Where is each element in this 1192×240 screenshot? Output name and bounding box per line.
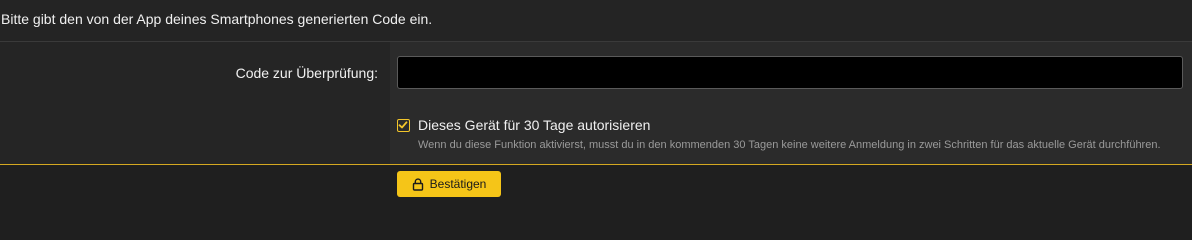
code-label: Code zur Überprüfung: xyxy=(235,65,378,81)
verification-code-input[interactable] xyxy=(397,56,1183,89)
label-column: Code zur Überprüfung: xyxy=(0,42,390,164)
confirm-button[interactable]: Bestätigen xyxy=(397,171,501,197)
remember-device-label[interactable]: Dieses Gerät für 30 Tage autorisieren xyxy=(418,117,650,133)
confirm-button-label: Bestätigen xyxy=(429,177,487,191)
intro-section: Bitte gibt den von der App deines Smartp… xyxy=(0,0,1192,42)
form-footer: Bestätigen xyxy=(0,165,1192,202)
intro-text: Bitte gibt den von der App deines Smartp… xyxy=(1,11,433,27)
remember-device-checkbox[interactable] xyxy=(397,119,410,132)
two-step-form: Code zur Überprüfung: Dieses Gerät für 3… xyxy=(0,42,1192,164)
remember-device-hint: Wenn du diese Funktion aktivierst, musst… xyxy=(418,139,1161,151)
input-column: Dieses Gerät für 30 Tage autorisieren We… xyxy=(390,42,1192,164)
checkmark-icon xyxy=(398,121,408,129)
lock-icon xyxy=(412,177,423,191)
